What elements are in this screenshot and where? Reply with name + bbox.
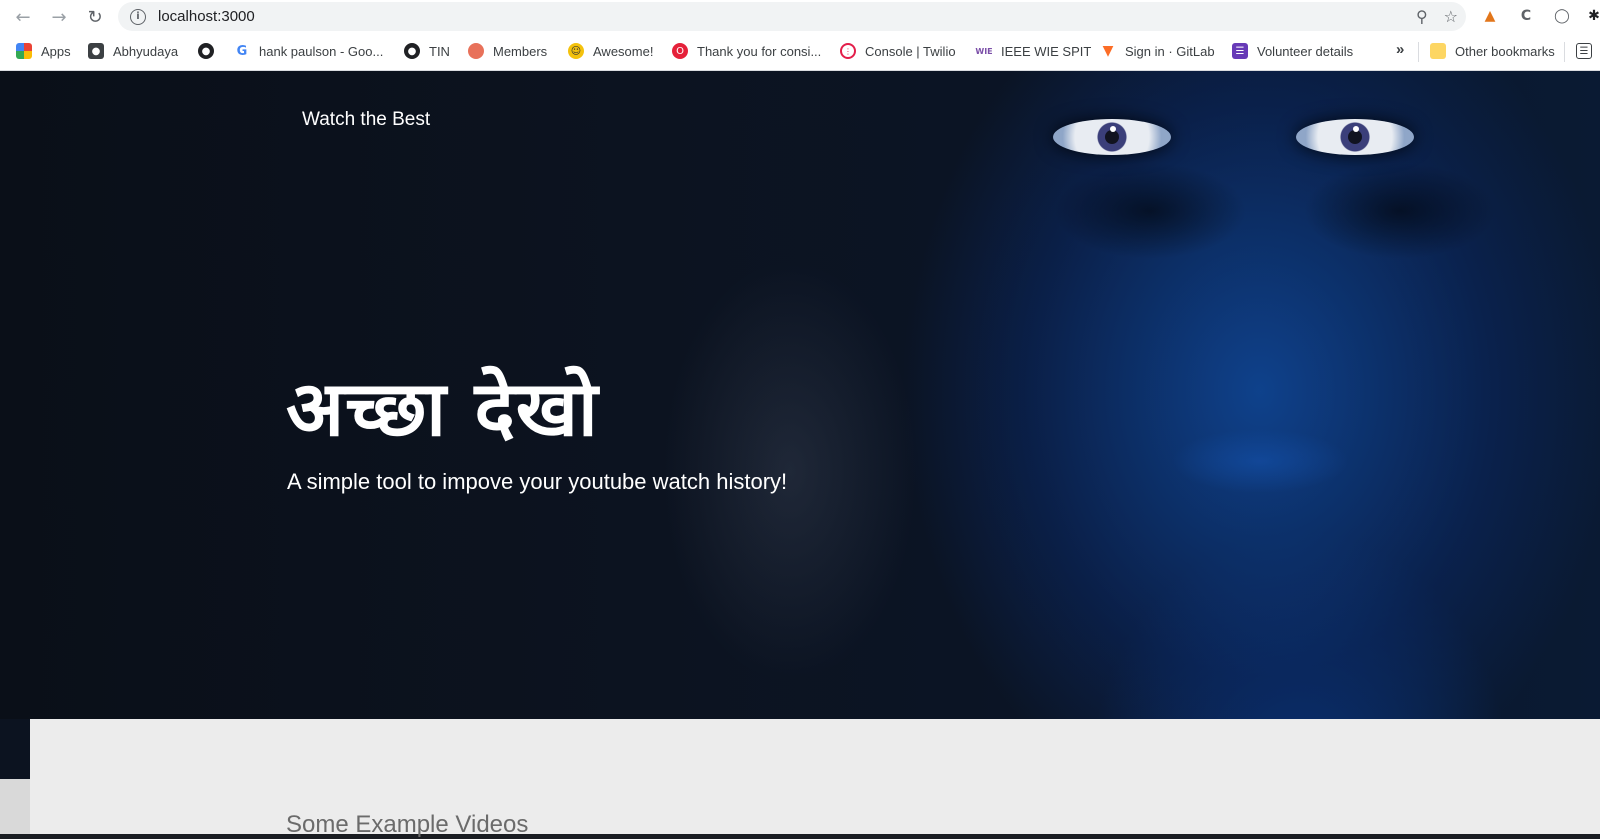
- globe-icon: ●: [198, 43, 214, 59]
- bookmark-label: TIN: [429, 43, 450, 59]
- hero-section: Watch the Best अच्छा देखो A simple tool …: [0, 71, 1600, 719]
- forward-arrow-icon[interactable]: →: [42, 0, 76, 34]
- profile-icon: ●: [88, 43, 104, 59]
- opera-icon: O: [672, 43, 688, 59]
- members-icon: [468, 43, 484, 59]
- bookmark-label: Members: [493, 43, 548, 59]
- bookmark-volunteer[interactable]: ☰ Volunteer details: [1232, 43, 1353, 59]
- apps-grid-icon: [16, 43, 32, 59]
- brand-logo-text[interactable]: Watch the Best: [302, 109, 430, 131]
- bookmark-label: Console | Twilio: [865, 43, 956, 59]
- extension-c-icon[interactable]: C: [1516, 6, 1536, 26]
- reading-list-icon: ☰: [1576, 43, 1592, 59]
- globe-icon: ●: [404, 43, 420, 59]
- bookmark-label: Thank you for consi...: [697, 43, 822, 59]
- forms-icon: ☰: [1232, 43, 1248, 59]
- left-eye-image: [1053, 119, 1171, 155]
- page-edge: [0, 779, 30, 834]
- bookmarks-bar: Apps ● Abhyudaya ● G hank paulson - Goo.…: [0, 34, 1600, 71]
- hero-subtitle: A simple tool to impove your youtube wat…: [287, 469, 788, 494]
- back-arrow-icon[interactable]: ←: [6, 0, 40, 34]
- google-icon: G: [234, 43, 250, 59]
- reading-list-button[interactable]: ☰: [1576, 43, 1600, 59]
- bookmark-apps[interactable]: Apps: [16, 43, 71, 59]
- bookmark-label: Awesome!: [593, 43, 654, 59]
- bookmarks-overflow-button[interactable]: »: [1396, 41, 1404, 58]
- extensions-puzzle-icon[interactable]: ✱: [1584, 6, 1600, 26]
- examples-section: Some Example Videos: [30, 719, 1600, 838]
- bookmark-members[interactable]: Members: [468, 43, 547, 59]
- bookmark-tin[interactable]: ● TIN: [404, 43, 450, 59]
- bookmark-hank-paulson[interactable]: G hank paulson - Goo...: [234, 43, 383, 59]
- browser-toolbar: ← → ↻ i localhost:3000 ⚲ ☆ ▲ C ◯ ✱: [0, 0, 1600, 34]
- awesome-icon: ☺: [568, 43, 584, 59]
- gitlab-icon: ▼: [1100, 43, 1116, 59]
- bookmark-label: Apps: [41, 43, 71, 59]
- hero-edge: [0, 719, 30, 779]
- bookmark-ieee-wie[interactable]: WIE IEEE WIE SPIT: [975, 43, 1092, 59]
- zoom-icon[interactable]: ⚲: [1416, 7, 1428, 26]
- right-eye-image: [1296, 119, 1414, 155]
- bookmark-thank-you[interactable]: O Thank you for consi...: [672, 43, 821, 59]
- bookmark-abhyudaya[interactable]: ● Abhyudaya: [88, 43, 178, 59]
- hero-title: अच्छा देखो: [286, 364, 599, 453]
- hero-background-face-image: [960, 71, 1600, 719]
- folder-icon: [1430, 43, 1446, 59]
- site-info-icon[interactable]: i: [130, 8, 146, 25]
- twilio-icon: ⋮: [840, 43, 856, 59]
- bookmark-label: IEEE WIE SPIT: [1001, 43, 1092, 59]
- bookmark-label: Sign in · GitLab: [1125, 43, 1215, 59]
- extension-circle-icon[interactable]: ◯: [1552, 6, 1572, 26]
- address-bar[interactable]: i localhost:3000 ⚲ ☆: [118, 2, 1466, 31]
- wie-icon: WIE: [975, 43, 993, 59]
- bookmark-label: Abhyudaya: [113, 43, 179, 59]
- metamask-icon[interactable]: ▲: [1480, 6, 1500, 26]
- bookmarks-divider: [1418, 42, 1419, 62]
- bookmark-label: Volunteer details: [1257, 43, 1354, 59]
- bookmark-other-folder[interactable]: Other bookmarks: [1430, 43, 1555, 59]
- bookmark-label: hank paulson - Goo...: [259, 43, 384, 59]
- bookmark-star-icon[interactable]: ☆: [1444, 7, 1458, 26]
- bookmark-awesome[interactable]: ☺ Awesome!: [568, 43, 653, 59]
- url-text[interactable]: localhost:3000: [158, 8, 255, 25]
- bookmark-twilio[interactable]: ⋮ Console | Twilio: [840, 43, 956, 59]
- bookmark-label: Other bookmarks: [1455, 43, 1555, 59]
- bookmark-globe[interactable]: ●: [198, 43, 223, 59]
- bookmark-gitlab[interactable]: ▼ Sign in · GitLab: [1100, 43, 1215, 59]
- section-title: Some Example Videos: [286, 811, 529, 838]
- reload-icon[interactable]: ↻: [78, 0, 112, 34]
- bookmarks-divider: [1564, 42, 1565, 62]
